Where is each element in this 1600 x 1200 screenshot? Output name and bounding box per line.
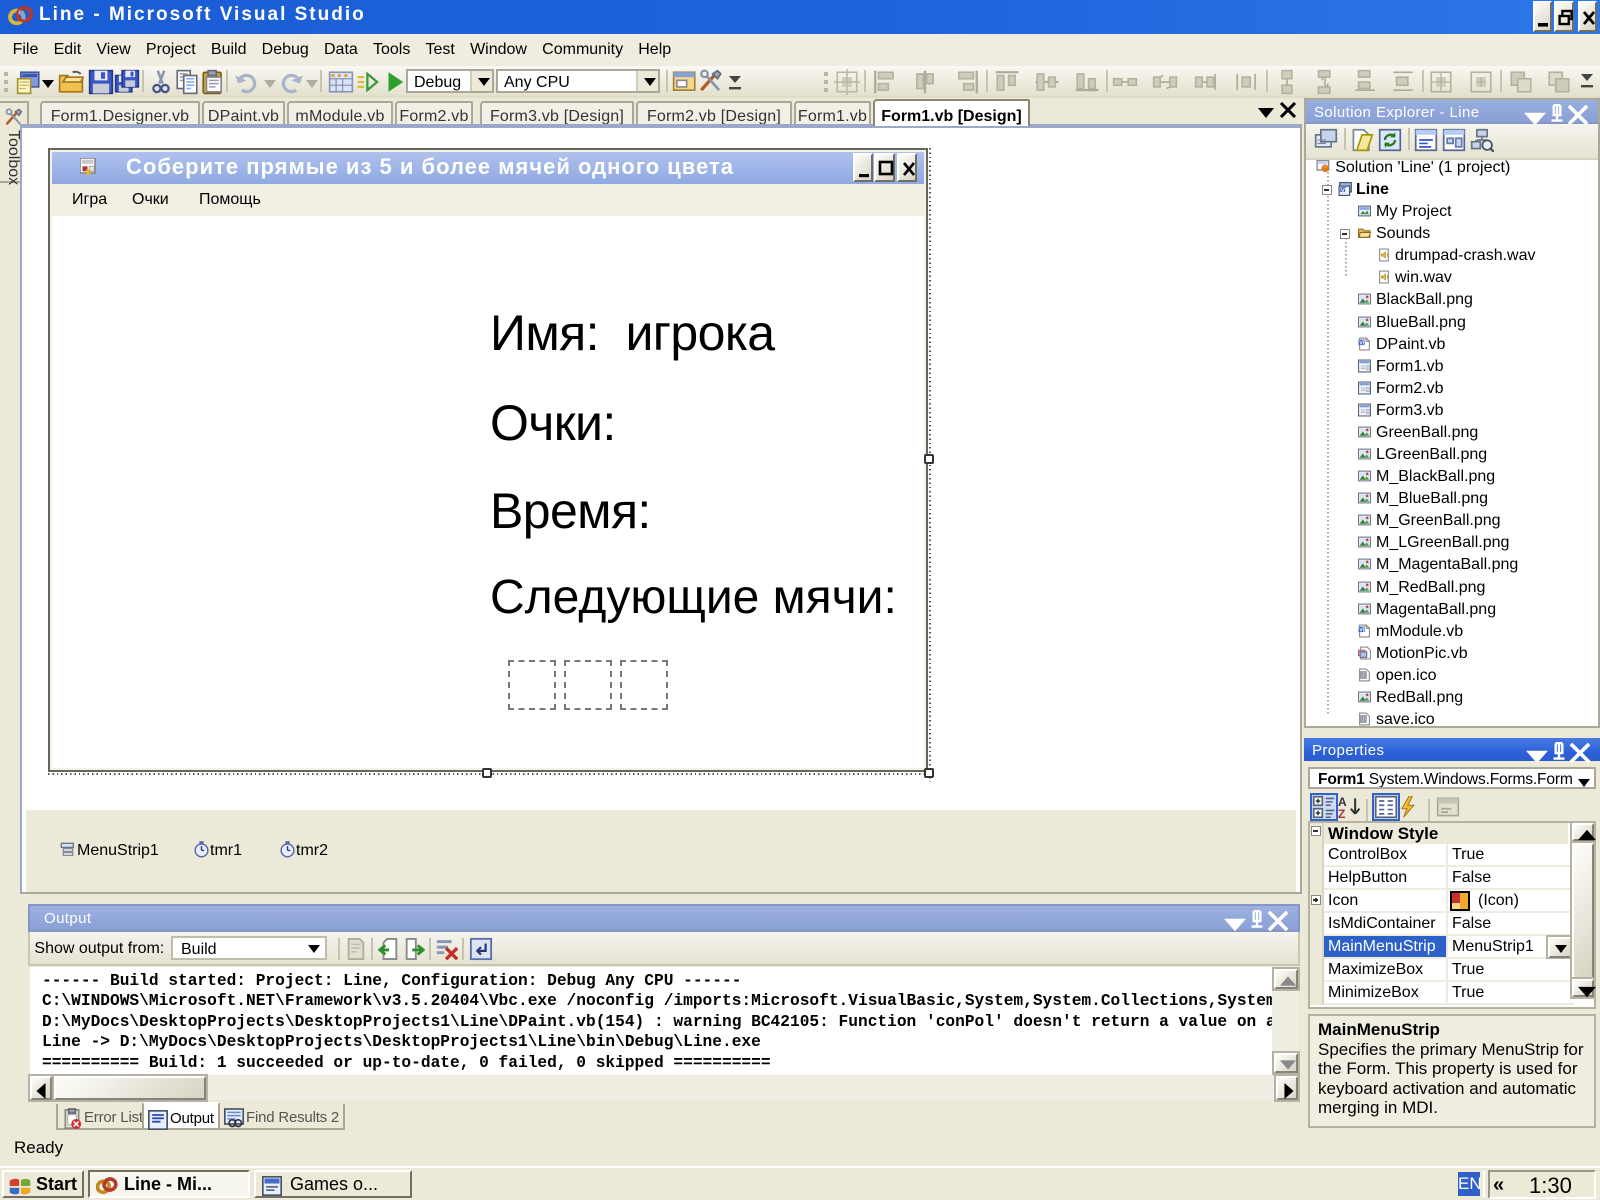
svg-text:Z: Z: [1338, 807, 1345, 819]
